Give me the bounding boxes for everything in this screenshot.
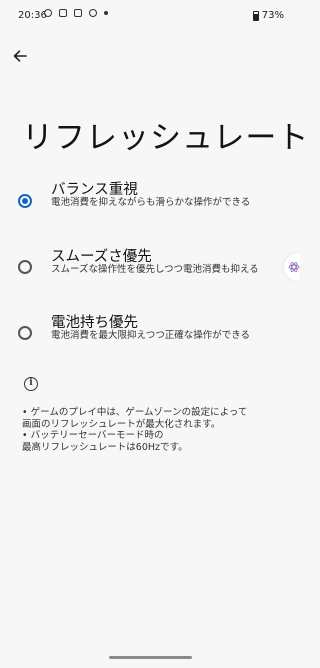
radio-battery[interactable] <box>18 326 32 340</box>
more-notifications-icon <box>104 11 108 15</box>
option-description: 電池消費を最大限抑えつつ正確な操作ができる <box>51 330 251 341</box>
settings-status-icon <box>44 9 52 17</box>
option-balance[interactable]: バランス重視 電池消費を抑えながらも滑らかな操作ができる <box>0 178 300 234</box>
note-line: • ゲームのプレイ中は、ゲームゾーンの設定によって <box>22 407 248 418</box>
note-line: • バッテリーセーバーモード時の <box>22 430 164 441</box>
status-time: 20:36 <box>18 10 47 21</box>
battery-icon <box>252 10 259 21</box>
option-description: スムーズな操作性を優先しつつ電池消費も抑える <box>51 264 259 275</box>
page-title: リフレッシュレート <box>22 120 310 156</box>
notes: • ゲームのプレイ中は、ゲームゾーンの設定によって 画面のリフレッシュレートが最… <box>22 407 287 453</box>
status-bar: 20:36 73% <box>0 0 300 30</box>
info-icon: i <box>24 377 38 391</box>
atom-icon <box>288 262 300 272</box>
gesture-navigation-handle[interactable] <box>109 656 192 659</box>
status-right: 73% <box>252 10 284 21</box>
radio-balance[interactable] <box>18 194 32 208</box>
note-line: 最高リフレッシュレートは60Hzです。 <box>22 441 188 453</box>
media-status-icon <box>74 9 82 17</box>
battery-level: 73% <box>261 10 284 21</box>
app-status-icon <box>59 9 67 17</box>
option-smoothness[interactable]: スムーズさ優先 スムーズな操作性を優先しつつ電池消費も抑える <box>0 245 300 301</box>
status-notification-icons <box>44 9 108 17</box>
note-line: 画面のリフレッシュレートが最大化されます。 <box>22 418 221 430</box>
sync-status-icon <box>89 9 97 17</box>
option-battery[interactable]: 電池持ち優先 電池消費を最大限抑えつつ正確な操作ができる <box>0 311 300 367</box>
arrow-left-icon <box>13 50 27 62</box>
option-description: 電池消費を抑えながらも滑らかな操作ができる <box>51 197 251 208</box>
floating-assistant-handle[interactable] <box>284 253 300 281</box>
back-button[interactable] <box>8 44 32 68</box>
radio-smoothness[interactable] <box>18 260 32 274</box>
